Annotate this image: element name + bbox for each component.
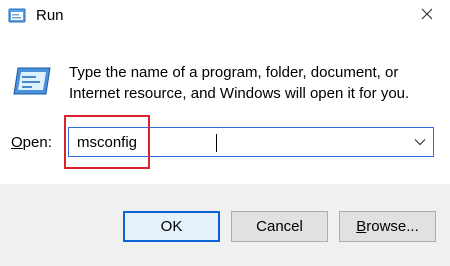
open-label-text: pen: [22,134,52,151]
close-icon [420,7,434,26]
run-app-icon [8,7,28,25]
browse-button[interactable]: Browse... [339,211,436,242]
title-bar[interactable]: Run [0,0,450,34]
text-caret [216,134,217,152]
open-combobox[interactable]: msconfig [68,127,434,157]
browse-accelerator: B [356,218,367,235]
run-description: Type the name of a program, folder, docu… [69,64,410,102]
open-dropdown-button[interactable] [409,130,431,154]
open-input[interactable]: msconfig [77,134,137,151]
run-dialog: Run Type the name of a program, folder, … [0,0,450,266]
window-title: Run [36,7,64,24]
ok-button[interactable]: OK [123,211,220,242]
close-button[interactable] [410,2,444,30]
open-label-accelerator: O [11,134,23,151]
open-label: Open: [11,134,52,151]
cancel-button[interactable]: Cancel [231,211,328,242]
chevron-down-icon [414,133,426,151]
run-program-icon [12,64,52,98]
browse-label: rowse... [366,218,419,235]
